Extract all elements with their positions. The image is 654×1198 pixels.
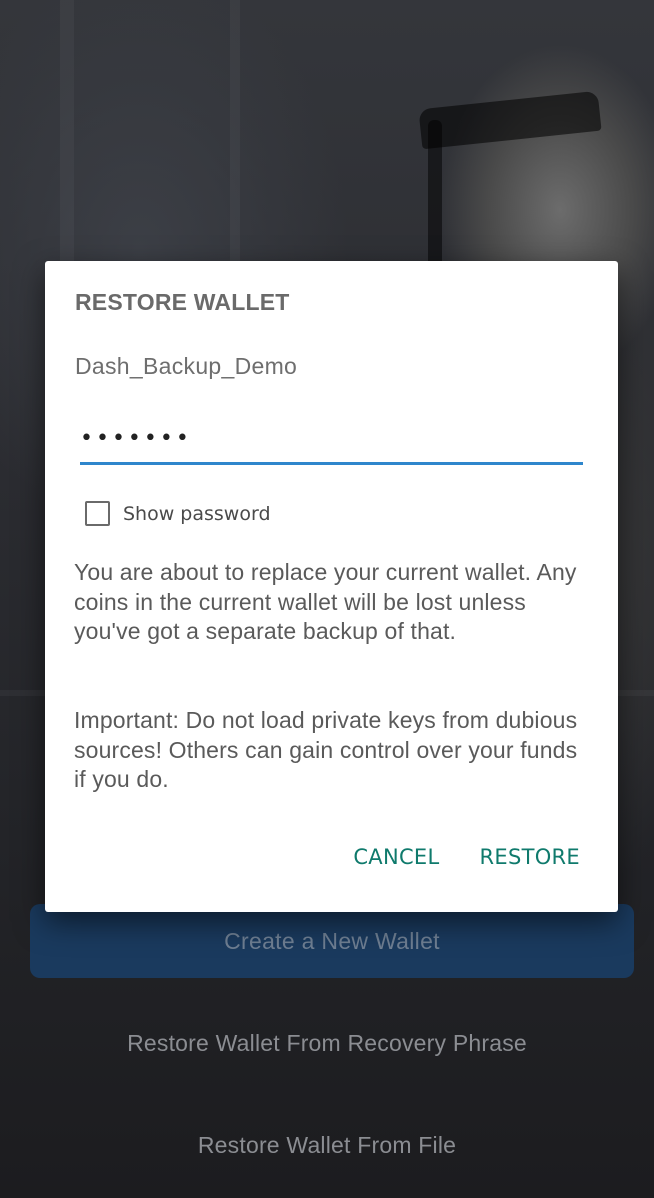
dialog-title: RESTORE WALLET xyxy=(75,289,290,315)
show-password-label: Show password xyxy=(123,502,271,525)
private-keys-important-text: Important: Do not load private keys from… xyxy=(74,707,578,792)
show-password-row[interactable]: Show password xyxy=(85,501,271,526)
restore-from-file-link[interactable]: Restore Wallet From File xyxy=(0,1132,654,1159)
replace-wallet-warning-text: You are about to replace your current wa… xyxy=(74,559,577,644)
screen: Create a New Wallet Restore Wallet From … xyxy=(0,0,654,1198)
show-password-checkbox[interactable] xyxy=(85,501,110,526)
sunglasses-arm-shape xyxy=(428,120,442,270)
restore-button[interactable]: RESTORE xyxy=(479,845,580,869)
dialog-actions: CANCEL RESTORE xyxy=(353,845,580,869)
create-new-wallet-button[interactable]: Create a New Wallet xyxy=(30,904,634,978)
password-input[interactable] xyxy=(80,419,583,465)
cancel-button[interactable]: CANCEL xyxy=(353,845,439,869)
restore-wallet-dialog: RESTORE WALLET Dash_Backup_Demo Show pas… xyxy=(45,261,618,912)
backup-file-name: Dash_Backup_Demo xyxy=(75,353,298,379)
restore-from-recovery-phrase-link[interactable]: Restore Wallet From Recovery Phrase xyxy=(0,1030,654,1057)
sunglasses-shape xyxy=(418,90,602,150)
